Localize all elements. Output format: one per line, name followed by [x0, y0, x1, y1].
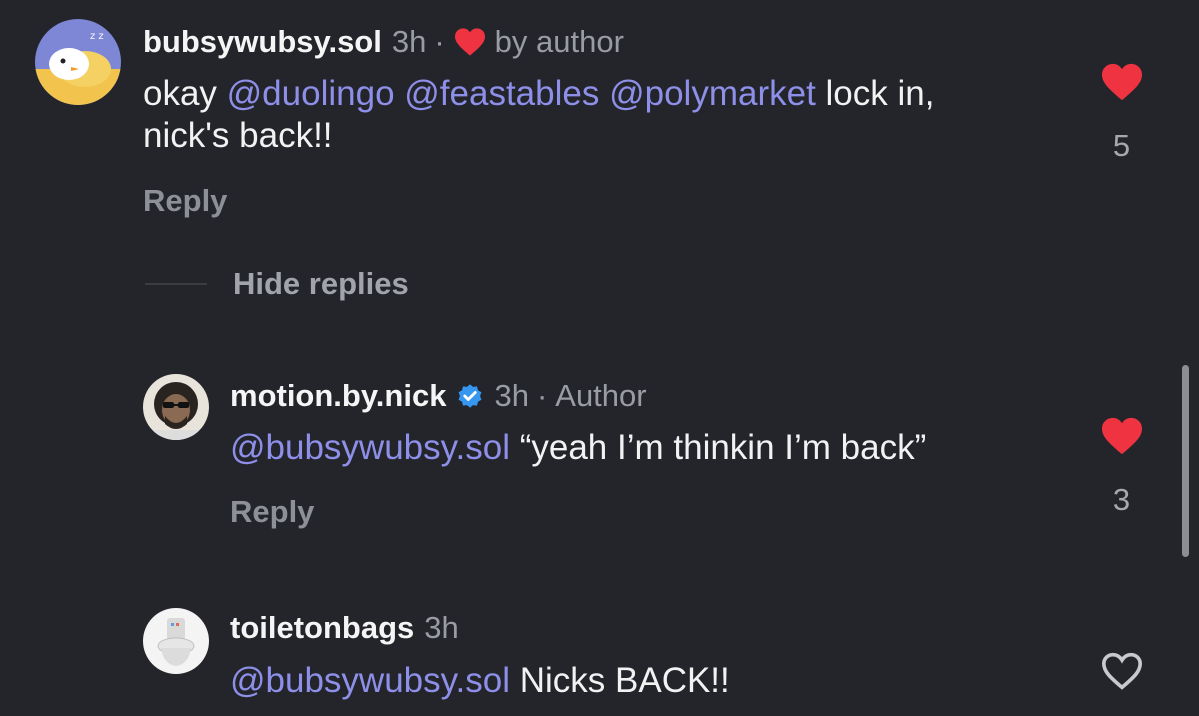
mention-link-bubsywubsy[interactable]: @bubsywubsy.sol [230, 661, 510, 700]
heart-outline-icon[interactable] [1100, 651, 1144, 691]
thread-line [145, 283, 207, 285]
comment-time: 3h [424, 610, 459, 645]
avatar-toiletonbags[interactable] [143, 608, 209, 674]
comment-text-part [599, 74, 609, 113]
like-control: 3 [1099, 416, 1144, 518]
comment-text-part: lock in, [815, 74, 935, 113]
avatar-bubsywubsy[interactable]: z z [35, 19, 121, 105]
comment-text-part [395, 74, 405, 113]
comments-thread: z z bubsywubsy.sol 3h · by author okay @… [0, 0, 1199, 716]
verified-badge-icon [456, 382, 484, 410]
comment-time: 3h [494, 378, 529, 413]
like-count: 3 [1112, 482, 1131, 517]
comment-text-line-1: okay @duolingo @feastables @polymarket l… [143, 73, 934, 115]
separator-dot: · [434, 24, 445, 59]
heart-icon [453, 27, 487, 57]
hide-replies-toggle[interactable]: Hide replies [145, 266, 409, 302]
svg-text:z z: z z [90, 31, 104, 42]
mention-link-feastables[interactable]: @feastables [404, 74, 599, 113]
reply-button[interactable]: Reply [230, 494, 314, 530]
avatar-motion-by-nick[interactable] [143, 374, 209, 440]
comment-text-part: “yeah I’m thinkin I’m back” [510, 428, 927, 467]
like-control: 5 [1099, 62, 1144, 164]
reply-button[interactable]: Reply [143, 183, 227, 219]
comment-username[interactable]: toiletonbags [230, 608, 414, 648]
like-control [1099, 651, 1144, 691]
mention-link-duolingo[interactable]: @duolingo [227, 74, 395, 113]
scrollbar[interactable] [1182, 365, 1189, 557]
comment-text-part: okay [143, 74, 227, 113]
hide-replies-label[interactable]: Hide replies [233, 266, 409, 302]
comment-username[interactable]: motion.by.nick [230, 376, 446, 416]
comment-time: 3h [391, 24, 427, 59]
liked-by-author-label: by author [494, 24, 624, 59]
heart-icon[interactable] [1100, 416, 1144, 456]
comment-text-line-2: nick's back!! [143, 116, 333, 155]
comment-text-part: Nicks BACK!! [510, 661, 730, 700]
mention-link-bubsywubsy[interactable]: @bubsywubsy.sol [230, 428, 510, 467]
mention-link-polymarket[interactable]: @polymarket [609, 74, 816, 113]
separator-dot: · [536, 378, 548, 413]
comment-username[interactable]: bubsywubsy.sol [143, 22, 382, 62]
comment-text: okay @duolingo @feastables @polymarket l… [143, 73, 934, 157]
comment-text: @bubsywubsy.sol “yeah I’m thinkin I’m ba… [230, 427, 926, 469]
like-count: 5 [1112, 128, 1131, 163]
heart-icon[interactable] [1100, 62, 1144, 102]
comment-text: @bubsywubsy.sol Nicks BACK!! [230, 660, 730, 702]
author-label: Author [555, 378, 647, 413]
